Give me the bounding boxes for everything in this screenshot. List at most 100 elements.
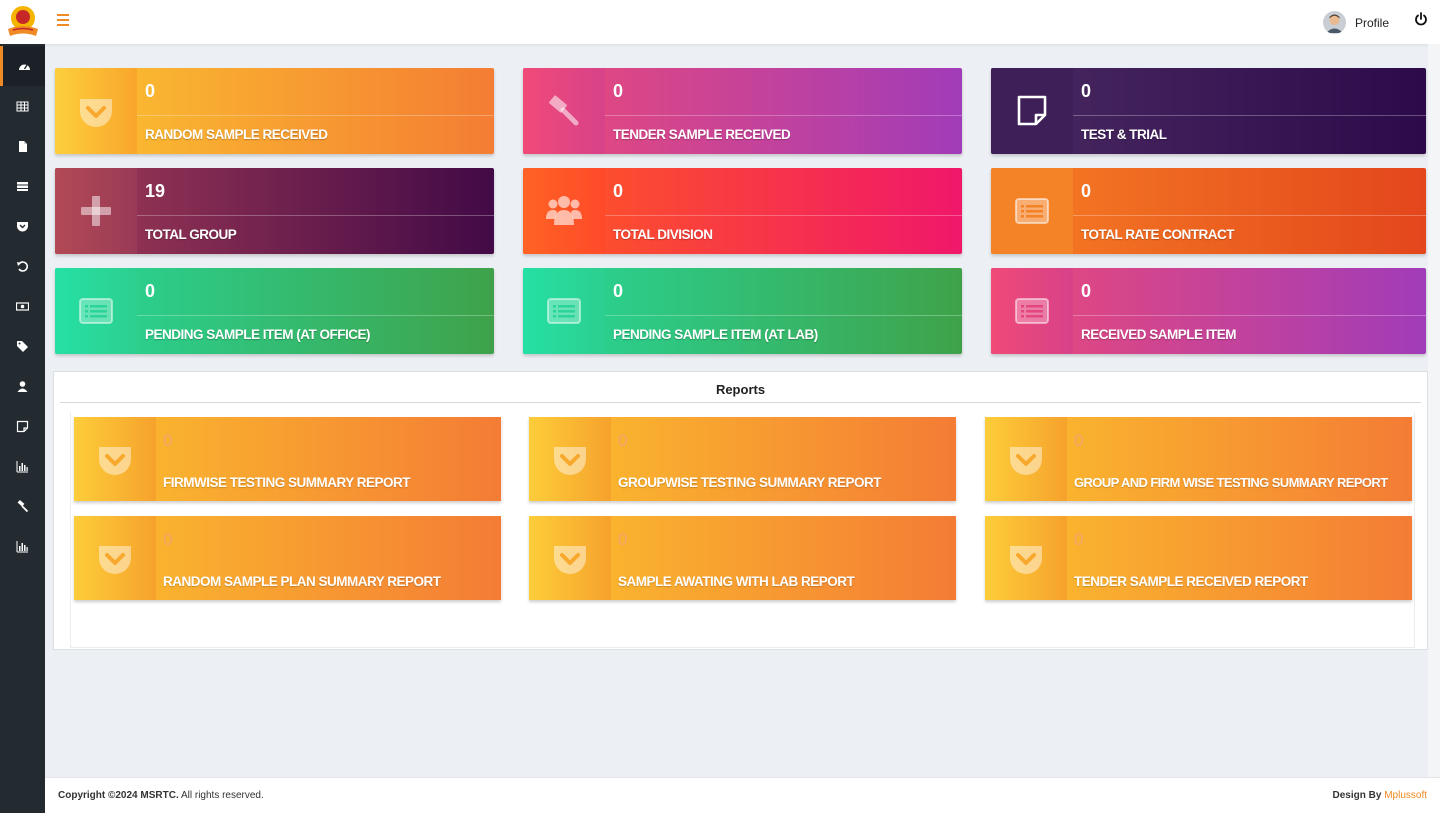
designer-link[interactable]: Mplussoft — [1384, 790, 1427, 801]
profile-label: Profile — [1355, 15, 1390, 30]
stat-label: RANDOM SAMPLE RECEIVED — [145, 127, 328, 142]
sidebar-item-reports-chart[interactable] — [0, 446, 45, 486]
sidebar-item-user[interactable] — [0, 366, 45, 406]
divider — [1073, 315, 1426, 316]
list-alt-icon — [547, 298, 581, 324]
sidebar-item-analytics[interactable] — [0, 526, 45, 566]
stat-icon-box — [55, 268, 137, 354]
stat-card-total-group[interactable]: 19 TOTAL GROUP — [55, 168, 494, 254]
stat-label: TOTAL DIVISION — [613, 227, 713, 242]
report-card-random-plan[interactable]: 0 RANDOM SAMPLE PLAN SUMMARY REPORT — [74, 516, 501, 600]
sidebar-item-money[interactable] — [0, 286, 45, 326]
gavel-icon — [17, 499, 29, 512]
pocket-icon — [1010, 447, 1042, 475]
file-icon — [19, 140, 27, 152]
design-credit: Design By Mplussoft — [1333, 790, 1427, 801]
report-value: 0 — [1074, 530, 1084, 549]
report-card-group-firm[interactable]: 0 GROUP AND FIRM WISE TESTING SUMMARY RE… — [985, 417, 1412, 501]
report-card-groupwise[interactable]: 0 GROUPWISE TESTING SUMMARY REPORT — [529, 417, 956, 501]
stat-value: 0 — [613, 281, 624, 301]
divider — [1073, 115, 1426, 116]
stat-value: 0 — [613, 181, 624, 201]
copyright-text: Copyright ©2024 MSRTC. All rights reserv… — [58, 790, 264, 801]
stat-label: PENDING SAMPLE ITEM (AT OFFICE) — [145, 327, 371, 342]
page-scrollbar[interactable] — [1428, 44, 1440, 777]
stat-label: TOTAL RATE CONTRACT — [1081, 227, 1235, 242]
divider — [137, 315, 494, 316]
stat-label: TOTAL GROUP — [145, 227, 237, 242]
pocket-icon — [17, 221, 28, 231]
report-icon-box — [985, 516, 1067, 600]
stat-icon-box — [523, 68, 605, 154]
sidebar-item-pocket[interactable] — [0, 206, 45, 246]
report-icon-box — [74, 516, 156, 600]
stat-label: PENDING SAMPLE ITEM (AT LAB) — [613, 327, 818, 342]
bar-chart-icon — [16, 540, 28, 552]
sidebar-item-note[interactable] — [0, 406, 45, 446]
report-value: 0 — [618, 431, 628, 450]
plus-icon — [81, 196, 111, 226]
stat-icon-box — [523, 168, 605, 254]
stat-card-tender-sample[interactable]: 0 TENDER SAMPLE RECEIVED — [523, 68, 962, 154]
report-value: 0 — [163, 431, 173, 450]
footer: Copyright ©2024 MSRTC. All rights reserv… — [45, 777, 1440, 813]
note-icon — [16, 420, 29, 432]
stat-value: 0 — [1081, 81, 1092, 101]
top-bar: Profile — [0, 0, 1440, 44]
sidebar — [0, 44, 45, 813]
divider — [137, 215, 494, 216]
avatar — [1323, 11, 1346, 34]
stat-card-received-sample[interactable]: 0 RECEIVED SAMPLE ITEM — [991, 268, 1426, 354]
profile-menu[interactable]: Profile — [1323, 11, 1389, 34]
report-card-firmwise[interactable]: 0 FIRMWISE TESTING SUMMARY REPORT — [74, 417, 501, 501]
bar-chart-icon — [16, 460, 28, 472]
report-icon-box — [529, 417, 611, 501]
stat-card-pending-lab[interactable]: 0 PENDING SAMPLE ITEM (AT LAB) — [523, 268, 962, 354]
report-icon-box — [529, 516, 611, 600]
stat-icon-box — [523, 268, 605, 354]
pocket-icon — [554, 546, 586, 574]
stat-label: TENDER SAMPLE RECEIVED — [613, 127, 791, 142]
user-icon — [17, 380, 28, 392]
stat-card-test-trial[interactable]: 0 TEST & TRIAL — [991, 68, 1426, 154]
stat-icon-box — [991, 268, 1073, 354]
power-icon[interactable] — [1414, 12, 1428, 26]
report-card-tender-received[interactable]: 0 TENDER SAMPLE RECEIVED REPORT — [985, 516, 1412, 600]
msrtc-logo[interactable] — [4, 3, 42, 39]
rights-text: All rights reserved. — [180, 790, 264, 801]
stat-card-random-sample[interactable]: 0 RANDOM SAMPLE RECEIVED — [55, 68, 494, 154]
note-icon — [1017, 95, 1047, 126]
tags-icon — [17, 340, 28, 352]
report-card-awaiting-lab[interactable]: 0 SAMPLE AWATING WITH LAB REPORT — [529, 516, 956, 600]
stat-icon-box — [991, 68, 1073, 154]
stat-value: 0 — [145, 281, 156, 301]
sidebar-item-tags[interactable] — [0, 326, 45, 366]
dashboard-icon — [18, 64, 30, 70]
pocket-icon — [1010, 546, 1042, 574]
sidebar-item-list[interactable] — [0, 166, 45, 206]
sidebar-item-dashboard[interactable] — [0, 46, 45, 86]
sidebar-item-gavel[interactable] — [0, 486, 45, 526]
stat-card-total-division[interactable]: 0 TOTAL DIVISION — [523, 168, 962, 254]
pocket-icon — [99, 546, 131, 574]
menu-toggle-icon[interactable] — [57, 14, 69, 28]
stat-card-rate-contract[interactable]: 0 TOTAL RATE CONTRACT — [991, 168, 1426, 254]
report-label: GROUP AND FIRM WISE TESTING SUMMARY REPO… — [1074, 475, 1388, 490]
sidebar-item-table[interactable] — [0, 86, 45, 126]
stat-value: 19 — [145, 181, 166, 201]
divider — [137, 115, 494, 116]
stat-card-pending-office[interactable]: 0 PENDING SAMPLE ITEM (AT OFFICE) — [55, 268, 494, 354]
report-label: SAMPLE AWATING WITH LAB REPORT — [618, 574, 855, 589]
undo-icon — [17, 260, 28, 272]
report-icon-box — [74, 417, 156, 501]
list-alt-icon — [1015, 298, 1049, 324]
sidebar-item-file[interactable] — [0, 126, 45, 166]
pocket-icon — [99, 447, 131, 475]
stat-icon-box — [55, 168, 137, 254]
report-value: 0 — [618, 530, 628, 549]
stat-label: TEST & TRIAL — [1081, 127, 1167, 142]
report-icon-box — [985, 417, 1067, 501]
sidebar-item-undo[interactable] — [0, 246, 45, 286]
list-alt-icon — [79, 298, 113, 324]
money-icon — [16, 301, 29, 311]
